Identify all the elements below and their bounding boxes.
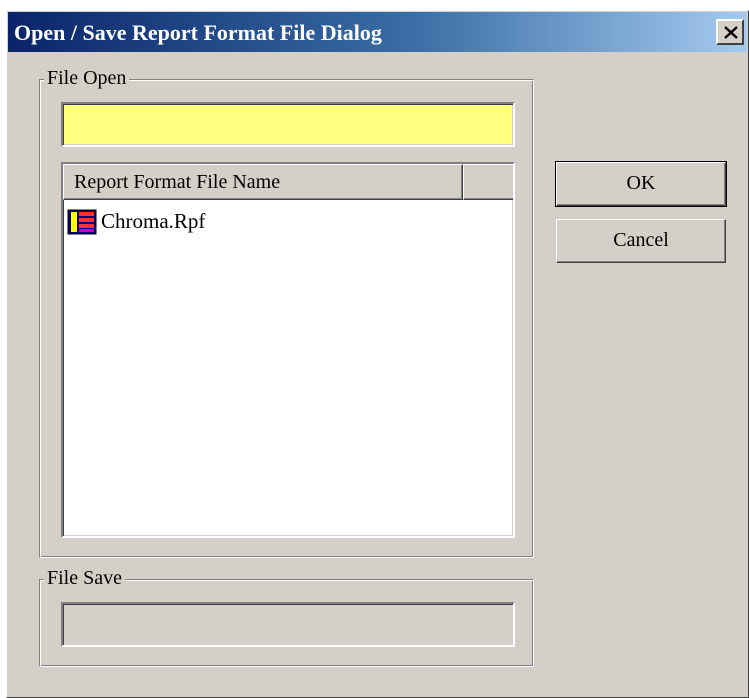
column-header-label: Report Format File Name (74, 171, 281, 193)
file-open-group: File Open Report Format File Name Chroma… (39, 67, 534, 558)
ok-button[interactable]: OK (555, 161, 727, 207)
close-button[interactable] (716, 19, 744, 45)
column-header-file-name[interactable]: Report Format File Name (63, 164, 463, 200)
cancel-button-label: Cancel (613, 229, 669, 251)
list-header: Report Format File Name (63, 164, 513, 200)
file-open-input[interactable] (61, 102, 515, 147)
column-header-extra[interactable] (463, 164, 513, 200)
report-file-icon (67, 209, 97, 235)
close-icon (724, 26, 738, 39)
ok-button-label: OK (626, 172, 656, 194)
file-save-group: File Save (39, 567, 534, 667)
title-bar[interactable]: Open / Save Report Format File Dialog (8, 12, 747, 52)
file-save-input[interactable] (61, 602, 515, 647)
file-name: Chroma.Rpf (101, 209, 206, 233)
file-save-legend: File Save (44, 567, 125, 590)
window-title: Open / Save Report Format File Dialog (14, 20, 382, 45)
report-format-dialog: Open / Save Report Format File Dialog Fi… (6, 10, 749, 698)
cancel-button[interactable]: Cancel (556, 219, 726, 263)
file-open-legend: File Open (44, 67, 130, 90)
report-file-list[interactable]: Report Format File Name Chroma.Rpf (61, 162, 515, 538)
